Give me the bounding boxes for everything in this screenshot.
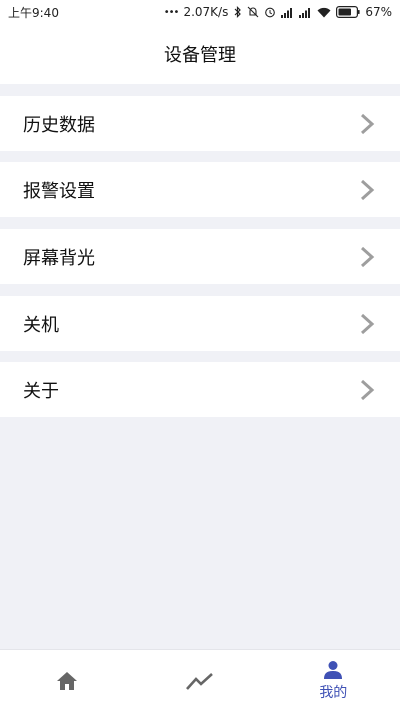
battery-level: 67% [365, 5, 392, 19]
chevron-right-icon [360, 379, 375, 400]
mute-icon [247, 6, 259, 18]
signal-icon-2 [299, 7, 312, 18]
tab-label: 我的 [319, 684, 348, 701]
status-time: 上午9:40 [8, 5, 59, 20]
chevron-right-icon [360, 246, 375, 267]
status-indicators: ••• 2.07K/s 67% [164, 5, 392, 19]
tab-trend[interactable] [133, 650, 266, 711]
chevron-right-icon [360, 313, 375, 334]
page-header: 设备管理 [0, 24, 400, 84]
person-icon [324, 660, 343, 679]
bluetooth-icon [233, 6, 242, 18]
network-speed: 2.07K/s [183, 5, 229, 19]
menu-item-label: 关于 [23, 380, 59, 402]
menu-item-label: 历史数据 [23, 114, 95, 136]
status-bar: 上午9:40 ••• 2.07K/s 67% [0, 0, 400, 24]
tab-home[interactable] [0, 650, 133, 711]
signal-icon [281, 7, 294, 18]
chevron-right-icon [360, 113, 375, 134]
menu-item-label: 关机 [23, 314, 59, 336]
bottom-tab-bar: 我的 [0, 649, 400, 711]
page-title: 设备管理 [164, 45, 236, 66]
chevron-right-icon [360, 179, 375, 200]
alarm-icon [264, 6, 276, 18]
battery-icon [336, 6, 360, 18]
menu-item-label: 报警设置 [23, 180, 95, 202]
menu-item-label: 屏幕背光 [23, 247, 95, 269]
status-dots: ••• [163, 6, 180, 18]
menu-item-history-data[interactable]: 历史数据 [0, 96, 400, 151]
menu-item-screen-backlight[interactable]: 屏幕背光 [0, 229, 400, 284]
menu-item-alarm-settings[interactable]: 报警设置 [0, 162, 400, 217]
menu-item-about[interactable]: 关于 [0, 362, 400, 417]
menu-item-shutdown[interactable]: 关机 [0, 296, 400, 351]
home-icon [56, 671, 77, 690]
trend-chart-icon [186, 672, 213, 690]
tab-mine[interactable]: 我的 [267, 650, 400, 711]
wifi-icon [317, 7, 331, 18]
